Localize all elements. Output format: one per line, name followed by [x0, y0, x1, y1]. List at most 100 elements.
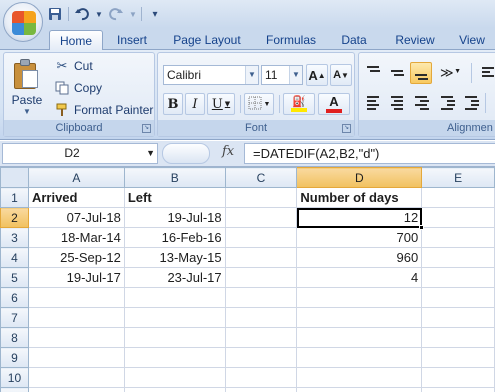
cell-A10[interactable] [27, 367, 125, 388]
cell-C2[interactable] [224, 207, 298, 228]
cell-A9[interactable] [27, 347, 125, 368]
font-size-combo[interactable]: 11 ▼ [261, 65, 303, 85]
cell-B4[interactable]: 13-May-15 [123, 247, 226, 268]
row-header[interactable]: 5 [0, 267, 29, 288]
cut-button[interactable]: ✂ Cut [54, 56, 93, 76]
cell-A5[interactable]: 19-Jul-17 [27, 267, 125, 288]
clipboard-dialog-launcher-icon[interactable]: ↘ [142, 124, 151, 133]
font-color-button[interactable]: A [318, 93, 350, 115]
cell-D9[interactable] [296, 347, 423, 368]
cell-D1[interactable]: Number of days [296, 187, 423, 208]
customize-icon[interactable]: ▾ [146, 5, 164, 23]
format-painter-button[interactable]: Format Painter [54, 100, 153, 120]
cell-E1[interactable] [421, 187, 495, 208]
cell-B5[interactable]: 23-Jul-17 [123, 267, 226, 288]
cell-E10[interactable] [421, 367, 495, 388]
bold-button[interactable]: B [163, 93, 183, 115]
tab-view[interactable]: View [452, 30, 492, 50]
name-box-dropdown-icon[interactable]: ▼ [146, 144, 155, 163]
cell-B7[interactable] [123, 307, 226, 328]
cell-C4[interactable] [224, 247, 298, 268]
font-name-combo[interactable]: Calibri ▼ [163, 65, 259, 85]
cell-E5[interactable] [421, 267, 495, 288]
undo-dropdown-icon[interactable]: ▼ [95, 5, 103, 23]
tab-review[interactable]: Review [388, 30, 442, 50]
bottom-align-button[interactable] [410, 62, 432, 84]
cell-B1[interactable]: Left [123, 187, 226, 208]
cell-D2[interactable]: 12 [296, 207, 425, 230]
cell-D5[interactable]: 4 [296, 267, 423, 288]
cell-B11[interactable] [123, 387, 226, 392]
align-right-button[interactable] [410, 91, 432, 113]
column-header[interactable]: B [123, 167, 226, 188]
redo-icon[interactable] [107, 5, 125, 23]
cell-D6[interactable] [296, 287, 423, 308]
borders-button[interactable]: ▼ [244, 93, 274, 115]
cell-B8[interactable] [123, 327, 226, 348]
decrease-indent-button[interactable] [436, 91, 458, 113]
underline-button[interactable]: U ▼ [207, 93, 235, 115]
tab-data[interactable]: Data [334, 30, 374, 50]
cell-A1[interactable]: Arrived [27, 187, 125, 208]
cell-C3[interactable] [224, 227, 298, 248]
tab-insert[interactable]: Insert [108, 30, 156, 50]
formula-input[interactable]: =DATEDIF(A2,B2,"d") [244, 143, 495, 164]
row-header[interactable]: 3 [0, 227, 29, 248]
office-button[interactable] [3, 2, 43, 42]
copy-button[interactable]: Copy [54, 78, 102, 98]
middle-align-button[interactable] [386, 62, 408, 84]
align-center-button[interactable] [386, 91, 408, 113]
cell-A7[interactable] [27, 307, 125, 328]
name-box[interactable]: D2 ▼ [2, 143, 158, 164]
cell-B3[interactable]: 16-Feb-16 [123, 227, 226, 248]
save-icon[interactable] [46, 5, 64, 23]
row-header[interactable]: 7 [0, 307, 29, 328]
cell-A8[interactable] [27, 327, 125, 348]
select-all-corner[interactable] [0, 167, 29, 188]
cell-E11[interactable] [421, 387, 495, 392]
cell-D4[interactable]: 960 [296, 247, 423, 268]
increase-indent-button[interactable] [460, 91, 482, 113]
cell-E3[interactable] [421, 227, 495, 248]
cell-D7[interactable] [296, 307, 423, 328]
row-header[interactable]: 1 [0, 187, 29, 208]
italic-button[interactable]: I [185, 93, 205, 115]
insert-function-icon[interactable]: fx [222, 144, 234, 159]
cell-B10[interactable] [123, 367, 226, 388]
cell-C8[interactable] [224, 327, 298, 348]
row-header[interactable]: 4 [0, 247, 29, 268]
top-align-button[interactable] [362, 62, 384, 84]
cell-E6[interactable] [421, 287, 495, 308]
cell-E8[interactable] [421, 327, 495, 348]
tab-page-layout[interactable]: Page Layout [168, 30, 246, 50]
column-header[interactable]: C [224, 167, 298, 188]
formula-bar-handle[interactable] [162, 143, 210, 164]
wrap-text-button[interactable] [477, 62, 495, 84]
paste-dropdown-icon[interactable]: ▼ [8, 107, 46, 116]
cell-B9[interactable] [123, 347, 226, 368]
fill-color-button[interactable]: ⛽ [283, 93, 315, 115]
cell-A11[interactable] [27, 387, 125, 392]
tab-formulas[interactable]: Formulas [258, 30, 324, 50]
cell-A6[interactable] [27, 287, 125, 308]
cell-D8[interactable] [296, 327, 423, 348]
undo-icon[interactable] [73, 5, 91, 23]
cell-C7[interactable] [224, 307, 298, 328]
cell-A4[interactable]: 25-Sep-12 [27, 247, 125, 268]
cell-C1[interactable] [224, 187, 298, 208]
cell-C9[interactable] [224, 347, 298, 368]
orientation-button[interactable]: ≫ ▼ [436, 62, 464, 84]
font-dialog-launcher-icon[interactable]: ↘ [342, 124, 351, 133]
column-header[interactable]: A [27, 167, 125, 188]
redo-dropdown-icon[interactable]: ▼ [129, 5, 137, 23]
font-size-dropdown-icon[interactable]: ▼ [289, 66, 302, 84]
column-header[interactable]: E [421, 167, 495, 188]
row-header[interactable]: 8 [0, 327, 29, 348]
cell-B2[interactable]: 19-Jul-18 [123, 207, 226, 228]
cell-E7[interactable] [421, 307, 495, 328]
cell-C5[interactable] [224, 267, 298, 288]
row-header[interactable]: 9 [0, 347, 29, 368]
cell-B6[interactable] [123, 287, 226, 308]
row-header[interactable]: 10 [0, 367, 29, 388]
paste-button[interactable]: Paste ▼ [8, 57, 46, 117]
